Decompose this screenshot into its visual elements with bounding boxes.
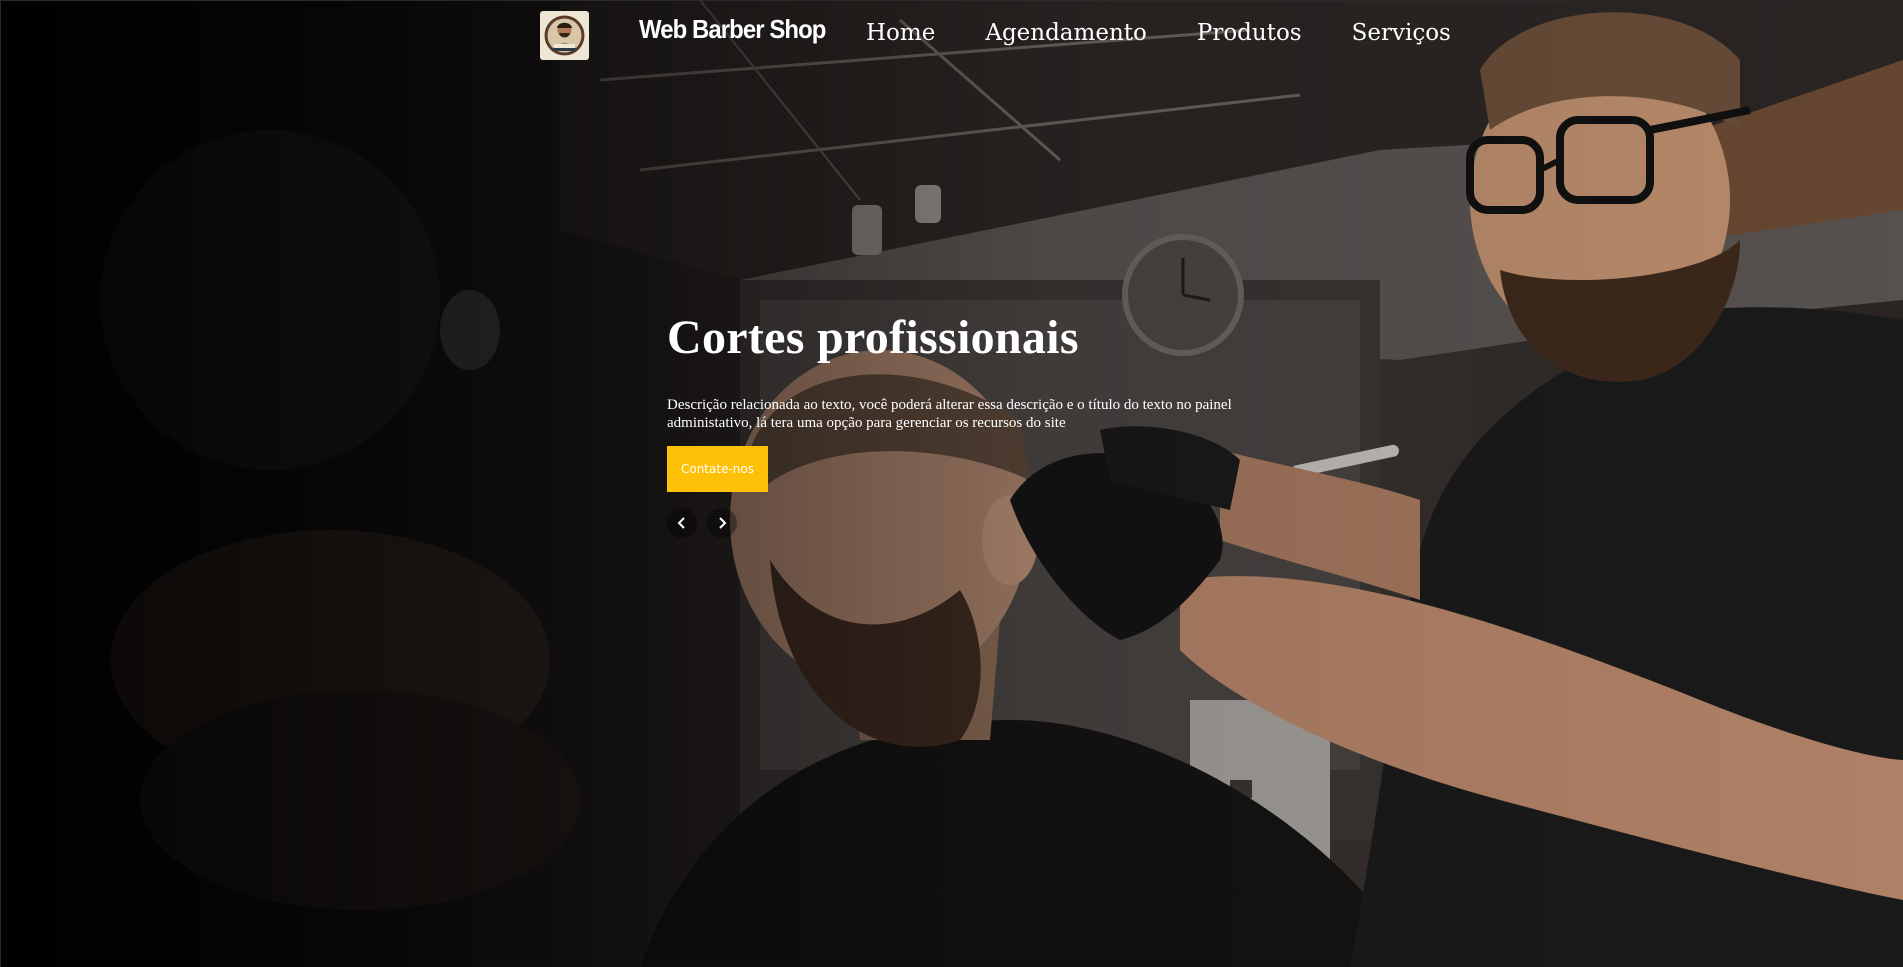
carousel-next-button[interactable]: [707, 508, 737, 538]
chevron-right-icon: [719, 517, 727, 529]
page: Web Barber Shop Home Agendamento Produto…: [0, 0, 1903, 967]
hero-title: Cortes profissionais: [667, 311, 1079, 364]
barber-logo-icon[interactable]: [540, 11, 589, 60]
nav-item-agendamento[interactable]: Agendamento: [985, 20, 1147, 46]
nav-item-servicos[interactable]: Serviços: [1352, 20, 1451, 46]
carousel-controls: [667, 508, 1247, 538]
nav-item-home[interactable]: Home: [866, 20, 935, 46]
main-nav: Home Agendamento Produtos Serviços: [866, 15, 1451, 51]
contact-button[interactable]: Contate-nos: [667, 446, 768, 492]
carousel-prev-button[interactable]: [667, 508, 697, 538]
chevron-left-icon: [677, 517, 685, 529]
brand-name[interactable]: Web Barber Shop: [639, 14, 826, 45]
nav-item-produtos[interactable]: Produtos: [1197, 20, 1302, 46]
site-header: Web Barber Shop Home Agendamento Produto…: [0, 0, 1903, 64]
hero-description: Descrição relacionada ao texto, você pod…: [667, 397, 1232, 431]
carousel-caption: Cortes profissionais Descrição relaciona…: [667, 310, 1247, 538]
logo-graphic: [544, 15, 585, 56]
